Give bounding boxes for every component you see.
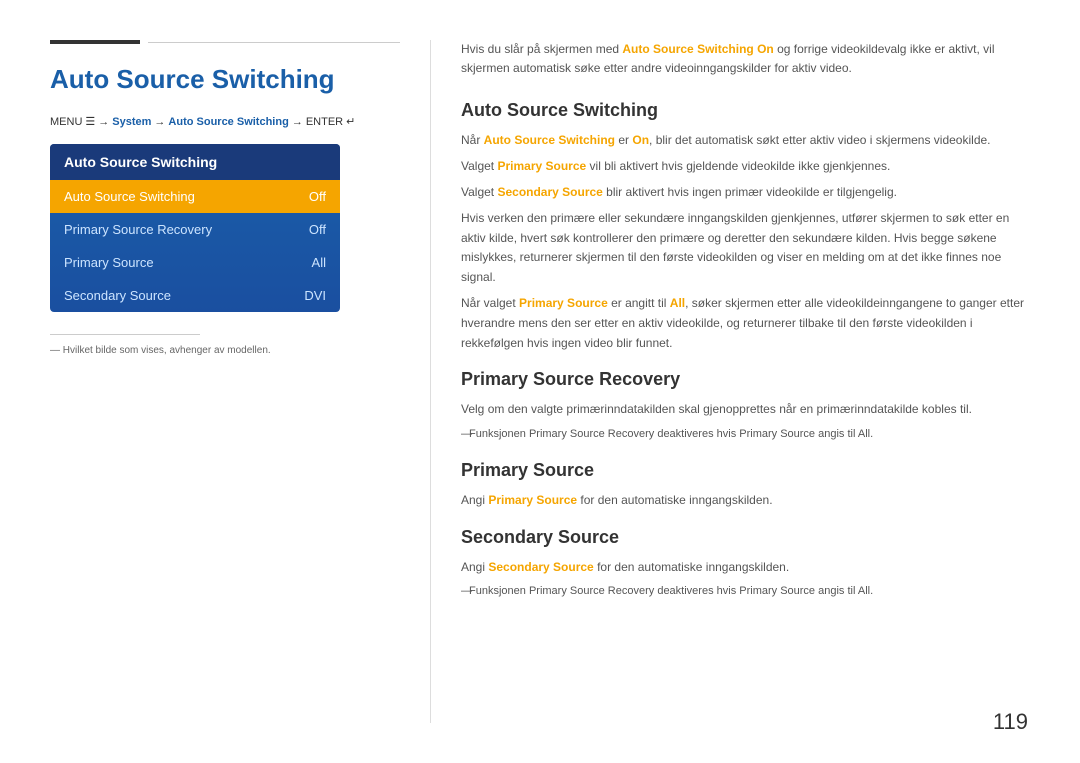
section-body: Velg om den valgte primærinndatakilden s… [461,400,1030,420]
section-title-recovery: Primary Source Recovery [461,369,1030,390]
section-body: Når valget Primary Source er angitt til … [461,294,1030,353]
breadcrumb-enter-icon: ↵ [346,115,355,128]
osd-item-label: Auto Source Switching [64,189,195,204]
intro-text: Hvis du slår på skjermen med Auto Source… [461,40,1030,78]
section-body: Hvis verken den primære eller sekundære … [461,209,1030,288]
osd-item-label: Primary Source Recovery [64,222,212,237]
osd-item-label: Primary Source [64,255,154,270]
osd-header: Auto Source Switching [50,144,340,180]
left-panel: Auto Source Switching MENU ☰ → System → … [50,40,430,723]
note-line: Funksjonen Primary Source Recovery deakt… [461,583,1030,601]
section-body: Når Auto Source Switching er On, blir de… [461,131,1030,151]
osd-item-secondary-source[interactable]: Secondary Source DVI [50,279,340,312]
top-decorative-line [50,40,400,44]
section-primary-recovery: Primary Source Recovery Velg om den valg… [461,369,1030,443]
breadcrumb-link: Auto Source Switching [168,116,288,128]
section-primary-source: Primary Source Angi Primary Source for d… [461,460,1030,511]
breadcrumb-enter: ENTER [306,116,343,128]
osd-item-value: All [312,255,326,270]
footnote: — Hvilket bilde som vises, avhenger av m… [50,345,400,356]
divider [50,334,200,335]
osd-item-value: Off [309,189,326,204]
page-title: Auto Source Switching [50,64,400,95]
breadcrumb-system: System [112,116,151,128]
section-body: Valget Secondary Source blir aktivert hv… [461,183,1030,203]
osd-item-value: DVI [304,288,326,303]
breadcrumb: MENU ☰ → System → Auto Source Switching … [50,115,400,128]
section-body: Angi Primary Source for den automatiske … [461,491,1030,511]
section-title-secondary: Secondary Source [461,527,1030,548]
osd-item-label: Secondary Source [64,288,171,303]
breadcrumb-arrow1: → [98,116,109,128]
breadcrumb-arrow2: → [154,116,165,128]
section-title-auto: Auto Source Switching [461,100,1030,121]
breadcrumb-menu: MENU [50,116,82,128]
breadcrumb-arrow3: → [292,116,303,128]
section-title-primary: Primary Source [461,460,1030,481]
osd-item-auto-source[interactable]: Auto Source Switching Off [50,180,340,213]
breadcrumb-menu-icon: ☰ [85,115,95,128]
note-line: Funksjonen Primary Source Recovery deakt… [461,426,1030,444]
section-body: Angi Secondary Source for den automatisk… [461,558,1030,578]
osd-item-value: Off [309,222,326,237]
section-secondary-source: Secondary Source Angi Secondary Source f… [461,527,1030,601]
section-body: Valget Primary Source vil bli aktivert h… [461,157,1030,177]
osd-item-primary-recovery[interactable]: Primary Source Recovery Off [50,213,340,246]
osd-box: Auto Source Switching Auto Source Switch… [50,144,340,312]
section-auto-source: Auto Source Switching Når Auto Source Sw… [461,100,1030,353]
page-number: 119 [993,709,1028,735]
osd-item-primary-source[interactable]: Primary Source All [50,246,340,279]
right-panel: Hvis du slår på skjermen med Auto Source… [430,40,1030,723]
